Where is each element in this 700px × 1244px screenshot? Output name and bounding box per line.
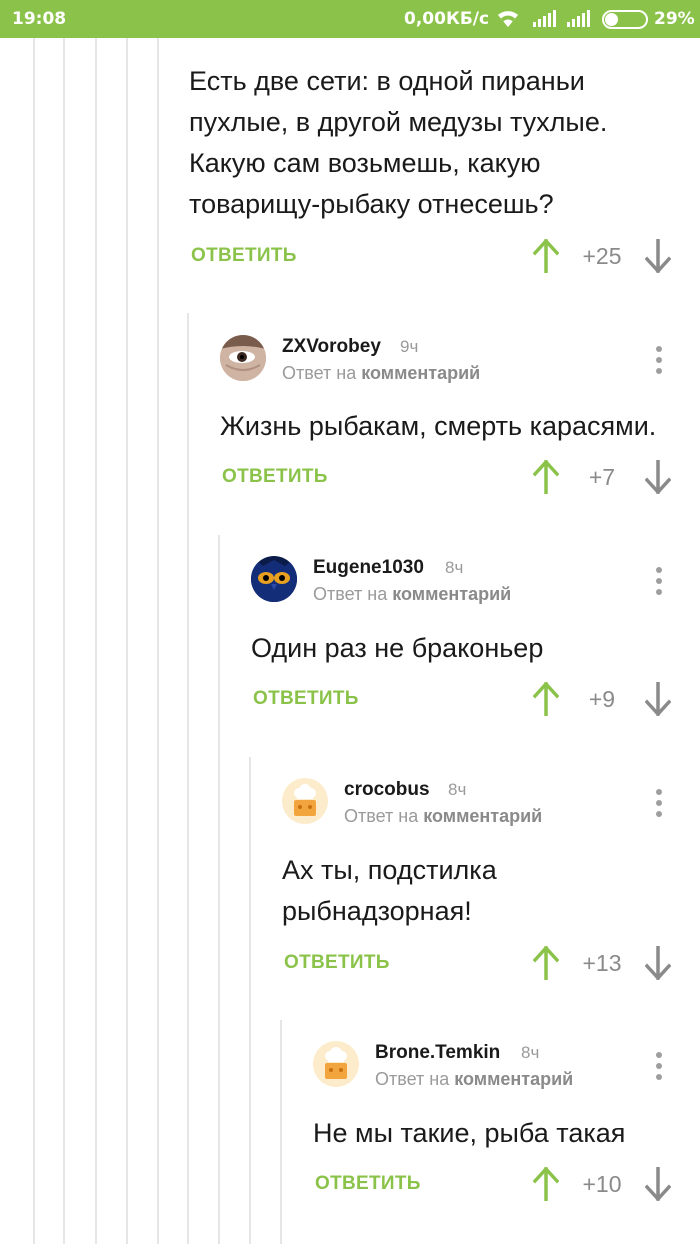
owl-avatar <box>251 556 297 602</box>
reply-to-link[interactable]: комментарий <box>454 1069 573 1089</box>
status-time: 19:08 <box>12 9 67 29</box>
thread-line <box>126 38 128 1244</box>
comment-time: 8ч <box>521 1043 540 1062</box>
comment-text: Ах ты, подстилка рыбнадзорная! <box>282 850 497 932</box>
rating-count: +13 <box>582 950 622 976</box>
reply-to-link[interactable]: комментарий <box>361 363 480 383</box>
downvote-arrow-icon[interactable] <box>645 460 671 494</box>
comment-text-line: Жизнь рыбакам, смерть карасями. <box>220 411 657 441</box>
reply-button[interactable]: ОТВЕТИТЬ <box>315 1173 421 1195</box>
upvote-arrow-icon[interactable] <box>533 239 559 273</box>
network-speed: 0,00КБ/с <box>404 9 490 29</box>
avatar[interactable] <box>282 778 328 824</box>
more-options-icon[interactable] <box>647 564 671 598</box>
rating-count: +25 <box>582 243 622 269</box>
username[interactable]: crocobus <box>344 779 430 801</box>
reply-to-prefix: Ответ на <box>282 363 357 383</box>
reply-to-link[interactable]: комментарий <box>392 584 511 604</box>
thread-line <box>157 38 159 1244</box>
status-bar: 19:08 0,00КБ/с 29% <box>0 0 700 38</box>
downvote-arrow-icon[interactable] <box>645 1167 671 1201</box>
comment-text-line: Один раз не браконьер <box>251 633 544 663</box>
battery-icon <box>602 10 648 29</box>
downvote-arrow-icon[interactable] <box>645 239 671 273</box>
thread-line <box>95 38 97 1244</box>
downvote-arrow-icon[interactable] <box>645 946 671 980</box>
upvote-arrow-icon[interactable] <box>533 460 559 494</box>
thread-line <box>187 313 189 1244</box>
comment-time: 8ч <box>445 558 464 577</box>
wifi-icon <box>496 8 520 33</box>
username[interactable]: Brone.Temkin <box>375 1042 500 1064</box>
thread-line <box>280 1020 282 1244</box>
comment-time: 9ч <box>400 337 419 356</box>
reply-button[interactable]: ОТВЕТИТЬ <box>253 688 359 710</box>
rating-count: +7 <box>588 464 616 490</box>
reply-to-link[interactable]: комментарий <box>423 806 542 826</box>
thread-line <box>218 535 220 1244</box>
upvote-arrow-icon[interactable] <box>533 946 559 980</box>
thread-line <box>249 757 251 1244</box>
comment-text-line: товарищу-рыбаку отнесешь? <box>189 189 554 219</box>
reply-to-prefix: Ответ на <box>375 1069 450 1089</box>
comment-text-line: Какую сам возьмешь, какую <box>189 148 541 178</box>
comment-text-line: Ах ты, подстилка <box>282 855 497 885</box>
downvote-arrow-icon[interactable] <box>645 682 671 716</box>
user-eye-avatar <box>220 335 266 381</box>
username[interactable]: Eugene1030 <box>313 557 424 579</box>
reply-to-meta: Ответ на комментарий <box>313 584 511 605</box>
avatar[interactable] <box>313 1041 359 1087</box>
reply-to-prefix: Ответ на <box>313 584 388 604</box>
signal-icon <box>533 9 557 32</box>
more-options-icon[interactable] <box>647 1049 671 1083</box>
comment-text-line: Не мы такие, рыба такая <box>313 1118 626 1148</box>
reply-button[interactable]: ОТВЕТИТЬ <box>222 466 328 488</box>
comment-text: Не мы такие, рыба такая <box>313 1113 625 1154</box>
signal-icon <box>567 9 591 32</box>
comment-text: Один раз не браконьер <box>251 628 543 669</box>
comment-text-line: рыбнадзорная! <box>282 896 472 926</box>
reply-to-meta: Ответ на комментарий <box>375 1069 573 1090</box>
default-chef-avatar <box>282 778 328 824</box>
default-chef-avatar <box>313 1041 359 1087</box>
comment-time: 8ч <box>448 780 467 799</box>
thread-line <box>63 38 65 1244</box>
rating-count: +9 <box>588 686 616 712</box>
upvote-arrow-icon[interactable] <box>533 682 559 716</box>
avatar[interactable] <box>251 556 297 602</box>
reply-to-prefix: Ответ на <box>344 806 419 826</box>
comment-text-line: Есть две сети: в одной пираньи <box>189 66 585 96</box>
thread-line <box>33 38 35 1244</box>
more-options-icon[interactable] <box>647 343 671 377</box>
reply-button[interactable]: ОТВЕТИТЬ <box>191 245 297 267</box>
username[interactable]: ZXVorobey <box>282 336 381 358</box>
comment-text-line: пухлые, в другой медузы тухлые. <box>189 107 608 137</box>
avatar[interactable] <box>220 335 266 381</box>
reply-to-meta: Ответ на комментарий <box>282 363 480 384</box>
battery-percent: 29% <box>654 9 695 29</box>
comment-text: Жизнь рыбакам, смерть карасями. <box>220 406 656 447</box>
more-options-icon[interactable] <box>647 786 671 820</box>
comment-text: Есть две сети: в одной пираньи пухлые, в… <box>189 61 607 225</box>
reply-button[interactable]: ОТВЕТИТЬ <box>284 952 390 974</box>
reply-to-meta: Ответ на комментарий <box>344 806 542 827</box>
rating-count: +10 <box>582 1171 622 1197</box>
upvote-arrow-icon[interactable] <box>533 1167 559 1201</box>
